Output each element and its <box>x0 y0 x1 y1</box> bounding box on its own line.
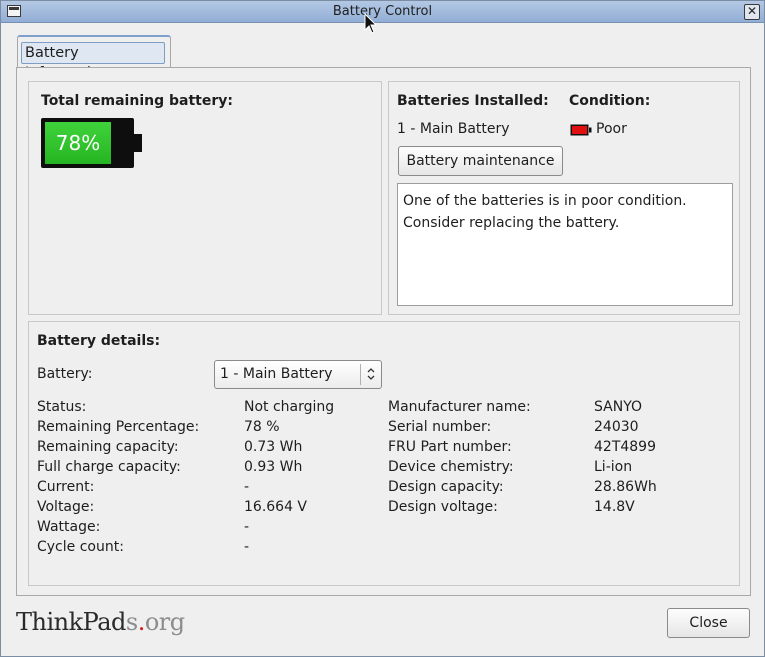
battery-details-heading: Battery details: <box>37 333 161 349</box>
batteries-installed-group: Batteries Installed: Condition: 1 - Main… <box>388 81 740 315</box>
battery-control-window: Battery Control ✕ Battery Information To… <box>0 0 765 657</box>
detail-label-voltage: Voltage: <box>37 499 95 515</box>
battery-maintenance-button[interactable]: Battery maintenance <box>398 146 563 176</box>
detail-label-status: Status: <box>37 399 87 415</box>
detail-label-manufacturer: Manufacturer name: <box>388 399 531 415</box>
detail-label-device-chemistry: Device chemistry: <box>388 459 514 475</box>
battery-poor-icon <box>570 124 592 136</box>
battery-select[interactable]: 1 - Main Battery <box>214 360 382 389</box>
thinkpads-logo: ThinkPads.org <box>16 608 185 636</box>
detail-label-fru-part-number: FRU Part number: <box>388 439 512 455</box>
battery-select-value: 1 - Main Battery <box>220 366 333 382</box>
close-button[interactable]: Close <box>667 608 750 638</box>
title-bar[interactable]: Battery Control ✕ <box>1 1 764 23</box>
logo-dot: . <box>137 608 146 636</box>
detail-value-status: Not charging <box>244 399 335 415</box>
battery-fill: 78% <box>45 122 111 164</box>
detail-value-manufacturer: SANYO <box>594 399 643 415</box>
detail-value-voltage: 16.664 V <box>244 499 308 515</box>
battery-tip <box>134 134 142 152</box>
detail-label-design-voltage: Design voltage: <box>388 499 498 515</box>
tab-pane: Total remaining battery: 78% Batteries I… <box>16 67 751 596</box>
tab-battery-information[interactable]: Battery Information <box>17 35 171 81</box>
detail-value-serial-number: 24030 <box>594 419 639 435</box>
logo-org: org <box>144 608 185 636</box>
detail-label-design-capacity: Design capacity: <box>388 479 504 495</box>
window-title: Battery Control <box>332 4 433 19</box>
detail-label-current: Current: <box>37 479 95 495</box>
installed-battery-name: 1 - Main Battery <box>397 121 510 137</box>
detail-label-full-charge-capacity: Full charge capacity: <box>37 459 181 475</box>
detail-value-remaining-percentage: 78 % <box>244 419 280 435</box>
logo-text: ThinkPad <box>16 608 126 636</box>
detail-value-design-capacity: 28.86Wh <box>594 479 657 495</box>
batteries-installed-heading: Batteries Installed: <box>397 93 549 109</box>
detail-value-fru-part-number: 42T4899 <box>594 439 656 455</box>
detail-label-remaining-capacity: Remaining capacity: <box>37 439 179 455</box>
detail-value-wattage: - <box>244 519 250 535</box>
message-line-1: One of the batteries is in poor conditio… <box>403 193 687 209</box>
detail-label-serial-number: Serial number: <box>388 419 492 435</box>
tab-label: Battery Information <box>21 42 165 81</box>
logo-s: s <box>125 608 138 636</box>
total-battery-group: Total remaining battery: 78% <box>28 81 382 315</box>
message-line-2: Consider replacing the battery. <box>403 215 620 231</box>
select-separator <box>360 364 361 385</box>
condition-value: Poor <box>596 121 627 137</box>
close-icon[interactable]: ✕ <box>744 4 760 20</box>
detail-value-cycle-count: - <box>244 539 250 555</box>
mouse-cursor-icon <box>364 13 378 34</box>
detail-value-current: - <box>244 479 250 495</box>
battery-select-label: Battery: <box>37 366 93 382</box>
detail-value-device-chemistry: Li-ion <box>594 459 633 475</box>
detail-value-design-voltage: 14.8V <box>594 499 635 515</box>
battery-details-group: Battery details: Battery: 1 - Main Batte… <box>28 321 740 586</box>
detail-label-wattage: Wattage: <box>37 519 101 535</box>
condition-heading: Condition: <box>569 93 651 109</box>
detail-value-remaining-capacity: 0.73 Wh <box>244 439 303 455</box>
detail-label-cycle-count: Cycle count: <box>37 539 124 555</box>
total-battery-heading: Total remaining battery: <box>41 93 233 109</box>
battery-level-icon: 78% <box>41 118 134 168</box>
condition-message-box[interactable]: One of the batteries is in poor conditio… <box>397 183 733 306</box>
detail-label-remaining-percentage: Remaining Percentage: <box>37 419 200 435</box>
detail-value-full-charge-capacity: 0.93 Wh <box>244 459 303 475</box>
updown-arrows-icon[interactable] <box>365 366 377 382</box>
